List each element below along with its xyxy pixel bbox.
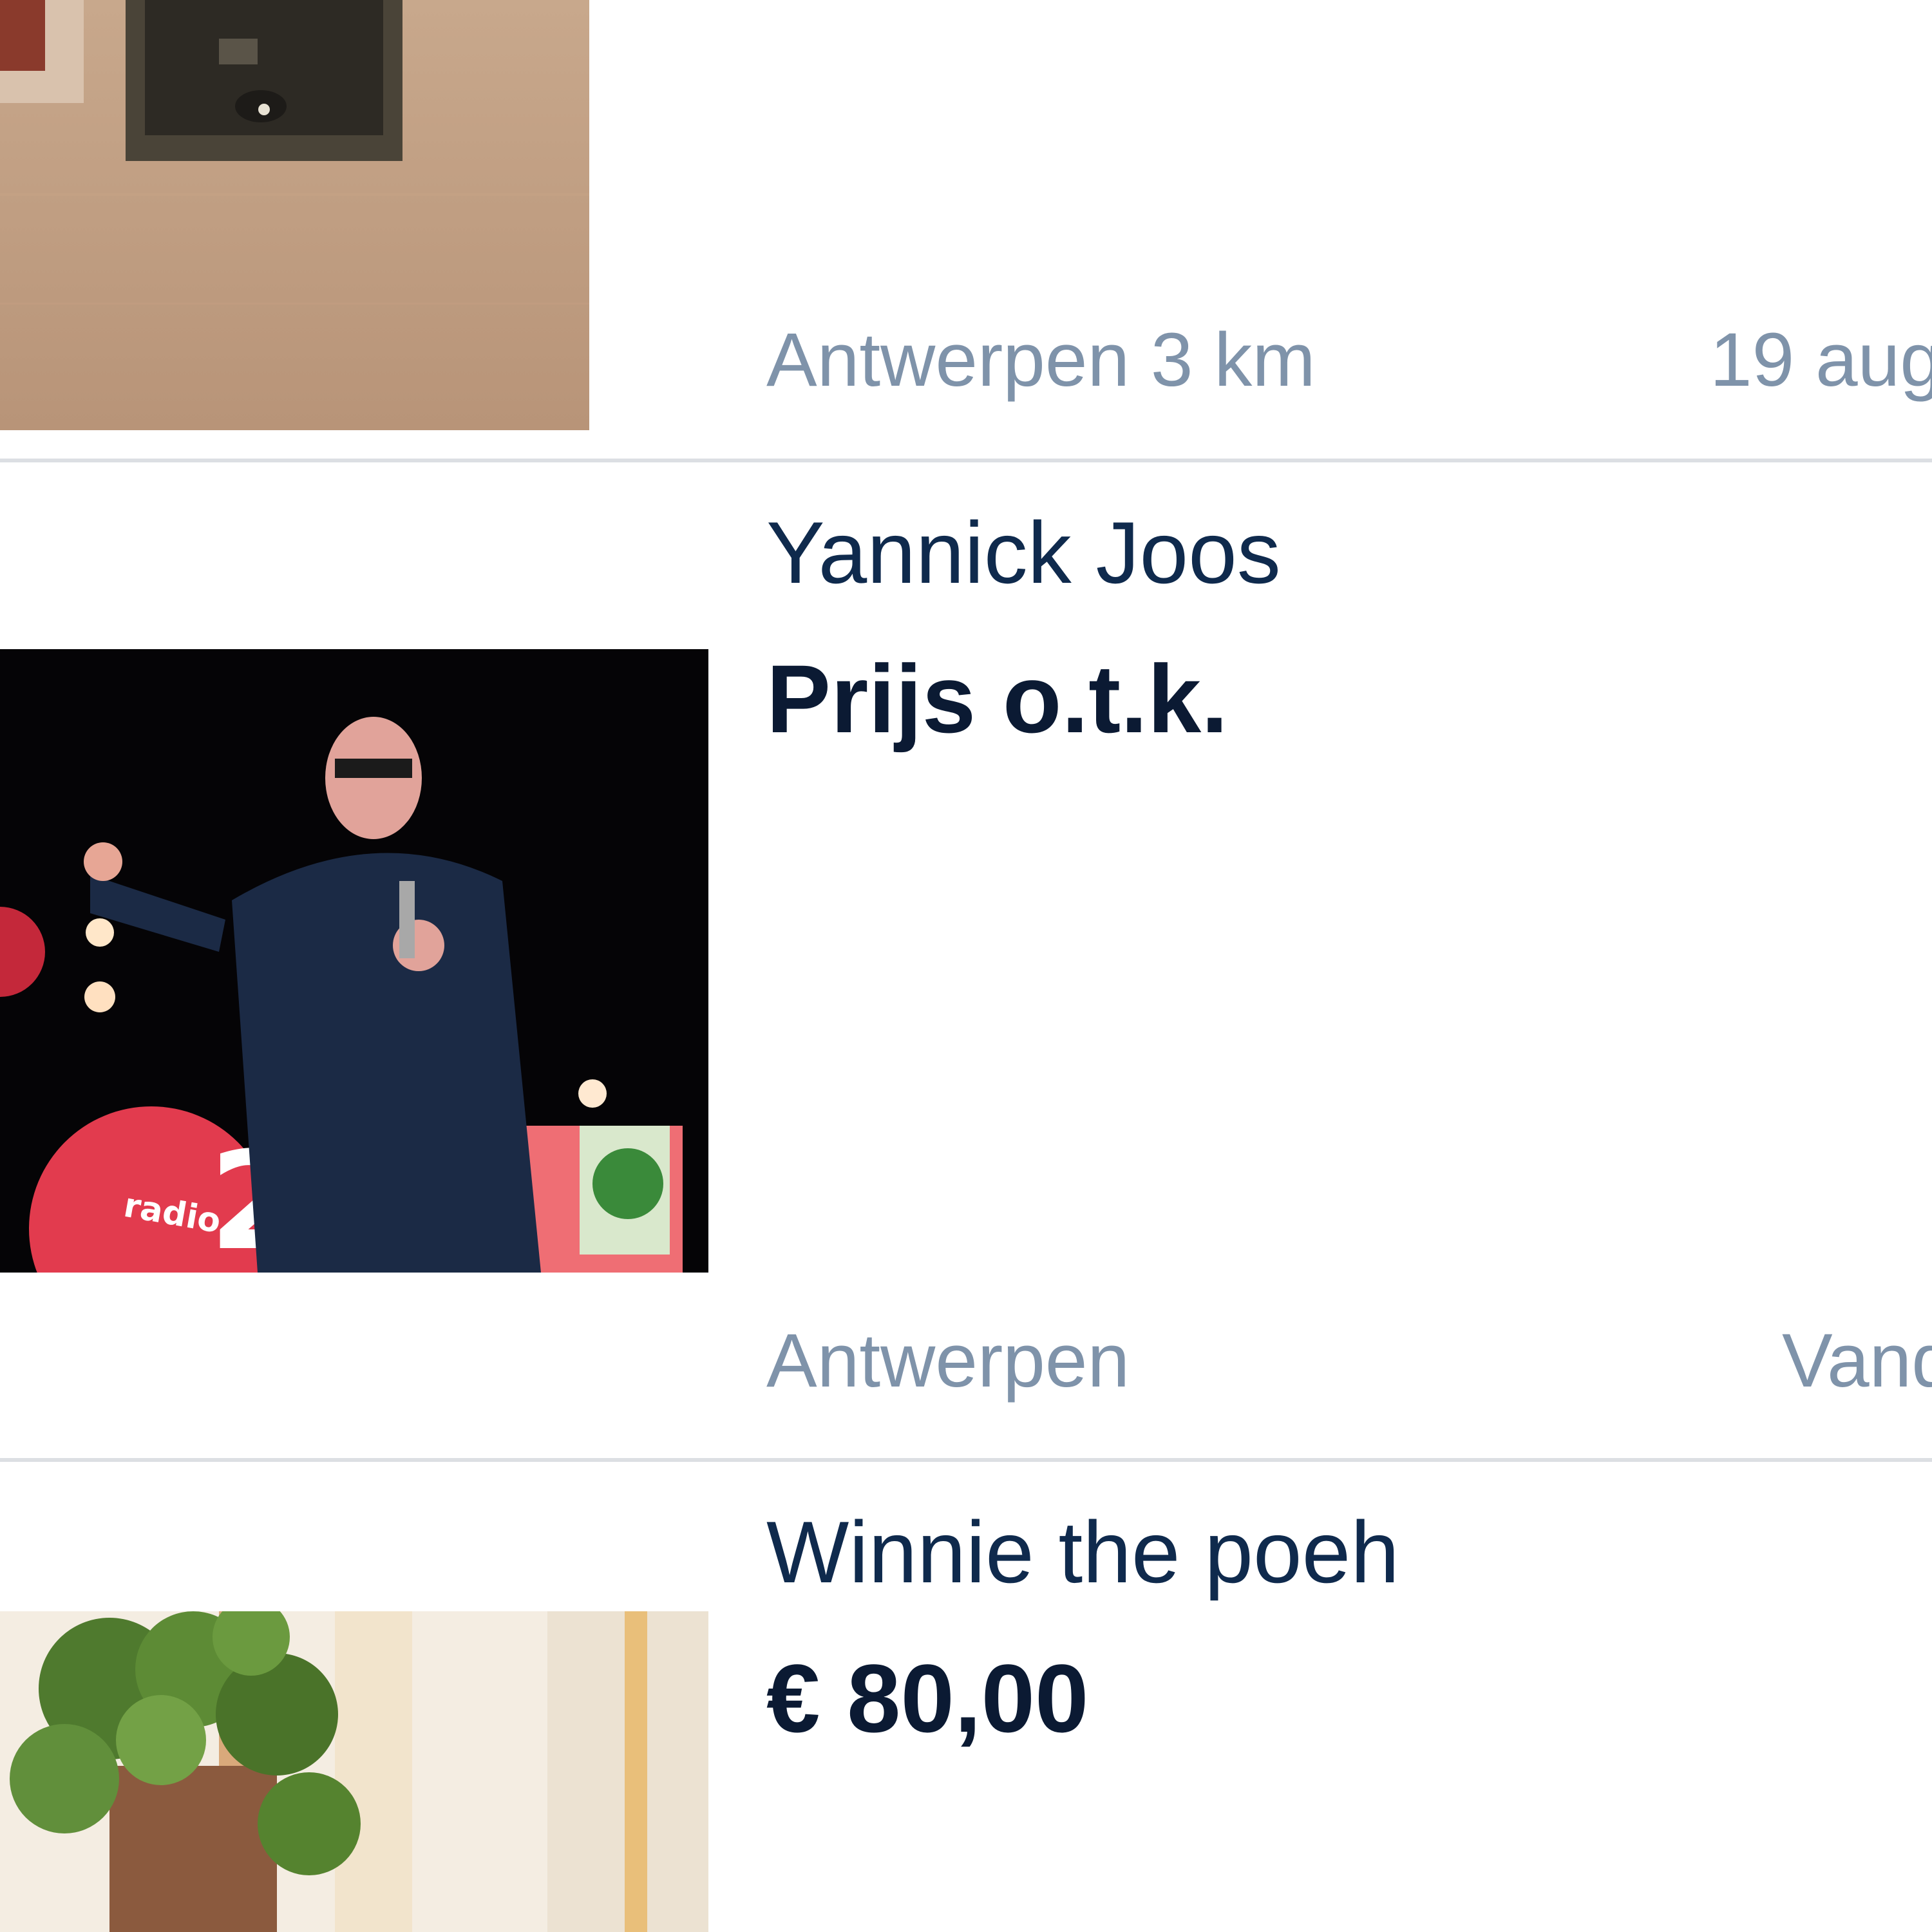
listing-item[interactable]: Antwerpen 3 km 19 aug <box>0 0 1932 457</box>
thumbnail-image <box>0 0 589 430</box>
thumbnail-image <box>0 1611 708 1932</box>
listing-thumbnail[interactable] <box>0 1611 708 1932</box>
thumbnail-image: radio 2 <box>0 649 708 1273</box>
listing-date: 19 aug <box>1710 317 1932 402</box>
listing-location: Antwerpen 3 km <box>766 317 1316 402</box>
listing-item[interactable]: radio 2 Yannick Joos Prijs o.t.k. Antwer… <box>0 462 1932 1458</box>
listing-thumbnail[interactable] <box>0 0 589 430</box>
listing-price: Prijs o.t.k. <box>766 645 1228 753</box>
listing-title[interactable]: Yannick Joos <box>766 509 1281 596</box>
listing-date: Vand <box>1782 1318 1932 1403</box>
listing-results: Antwerpen 3 km 19 aug radio 2 <box>0 0 1932 1932</box>
listing-location: Antwerpen <box>766 1318 1130 1403</box>
listing-title[interactable]: Winnie the poeh <box>766 1508 1399 1596</box>
listing-price: € 80,00 <box>766 1644 1089 1752</box>
listing-item[interactable]: Winnie the poeh € 80,00 <box>0 1462 1932 1932</box>
listing-thumbnail[interactable]: radio 2 <box>0 649 708 1273</box>
